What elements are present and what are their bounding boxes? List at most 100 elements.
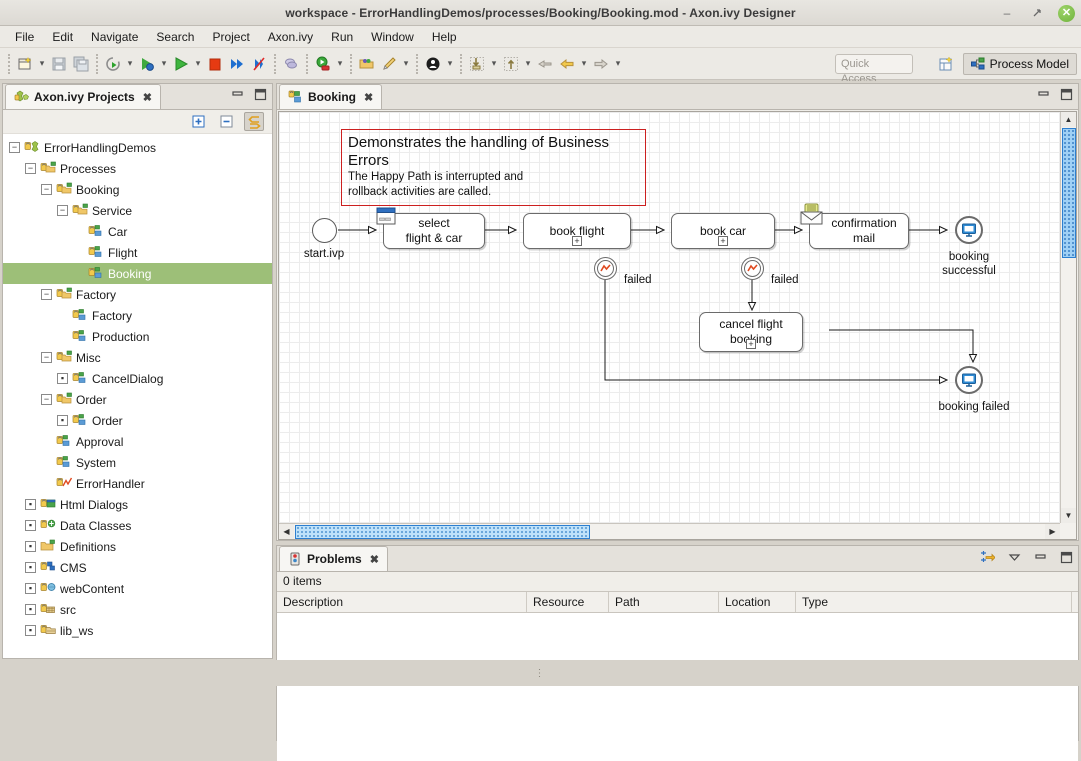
scroll-left-icon[interactable]: ◀ (279, 524, 294, 539)
project-tree[interactable]: − ErrorHandlingDemos − Processes − Booking − Se… (3, 134, 272, 658)
tab-booking-editor[interactable]: Booking ✖ (279, 84, 383, 109)
user-dropdown-icon[interactable]: ▾ (444, 53, 456, 75)
minimize-icon[interactable] (1034, 551, 1047, 564)
tree-expand-icon[interactable]: ▪ (57, 415, 68, 426)
maximize-icon[interactable] (1028, 4, 1046, 22)
problems-table-body[interactable] (277, 613, 1078, 761)
tree-expand-icon[interactable]: ▪ (57, 373, 68, 384)
expand-all-icon[interactable] (188, 112, 208, 131)
tree-collapse-icon[interactable]: − (41, 394, 52, 405)
pen-dropdown-icon[interactable]: ▾ (400, 53, 412, 75)
view-menu-icon[interactable] (1008, 551, 1021, 564)
horizontal-scroll-thumb[interactable] (295, 524, 590, 539)
tree-item-factory[interactable]: Factory (3, 305, 272, 326)
menu-search[interactable]: Search (147, 28, 203, 46)
download-icon[interactable] (466, 53, 488, 75)
scroll-up-icon[interactable]: ▲ (1061, 112, 1076, 127)
error-event-flight-failed[interactable] (594, 257, 617, 280)
skip-breakpoints-icon[interactable] (248, 53, 270, 75)
debug-icon[interactable] (136, 53, 158, 75)
scroll-down-icon[interactable]: ▼ (1061, 508, 1076, 523)
problems-column-location[interactable]: Location (719, 592, 796, 612)
focus-on-selection-icon[interactable] (980, 550, 995, 564)
vertical-scroll-thumb[interactable] (1061, 128, 1076, 258)
close-icon[interactable]: ✖ (143, 91, 152, 104)
tree-collapse-icon[interactable]: − (41, 289, 52, 300)
back-dropdown-icon[interactable]: ▾ (578, 53, 590, 75)
problems-column-resource[interactable]: Resource (527, 592, 609, 612)
error-event-car-failed[interactable] (741, 257, 764, 280)
scroll-right-icon[interactable]: ▶ (1045, 524, 1060, 539)
problems-column-type[interactable]: Type (796, 592, 1072, 612)
node-select-flight-car[interactable]: select flight & car (376, 207, 485, 249)
node-start-event[interactable] (312, 218, 337, 243)
status-resize-grip[interactable]: ⋮ (0, 660, 1081, 686)
node-book-flight[interactable]: book flight + (523, 213, 631, 249)
canvas-horizontal-scrollbar[interactable]: ◀ ▶ (279, 523, 1060, 539)
tab-axonivy-projects[interactable]: Axon.ivy Projects ✖ (5, 84, 161, 109)
tree-item-html-dialogs[interactable]: ▪ Html Dialogs (3, 494, 272, 515)
minimize-icon[interactable]: – (998, 4, 1016, 22)
close-icon[interactable]: ✕ (1058, 4, 1075, 22)
tree-item-misc[interactable]: − Misc (3, 347, 272, 368)
tree-item-errorhandler[interactable]: ErrorHandler (3, 473, 272, 494)
canvas-vertical-scrollbar[interactable]: ▲ ▼ (1060, 112, 1076, 523)
download-dropdown-icon[interactable]: ▾ (488, 53, 500, 75)
maximize-icon[interactable] (1060, 551, 1073, 564)
process-diagram-canvas[interactable]: Demonstrates the handling of Business Er… (279, 112, 1060, 523)
tree-item-flight[interactable]: Flight (3, 242, 272, 263)
run-dropdown-icon[interactable]: ▾ (192, 53, 204, 75)
problems-column-path[interactable]: Path (609, 592, 719, 612)
save-icon[interactable] (48, 53, 70, 75)
engine-start-dropdown-icon[interactable]: ▾ (334, 53, 346, 75)
tree-item-data-classes[interactable]: ▪ Data Classes (3, 515, 272, 536)
menu-axonivy[interactable]: Axon.ivy (259, 28, 322, 46)
tree-expand-icon[interactable]: ▪ (25, 562, 36, 573)
next-annotation-icon[interactable] (534, 53, 556, 75)
tree-expand-icon[interactable]: ▪ (25, 625, 36, 636)
tree-item-canceldialog[interactable]: ▪ CancelDialog (3, 368, 272, 389)
run-history-icon[interactable] (102, 53, 124, 75)
node-book-flight-expand[interactable]: + (572, 236, 582, 246)
tab-problems[interactable]: Problems ✖ (279, 546, 388, 571)
tree-item-lib-ws[interactable]: ▪ lib_ws (3, 620, 272, 641)
tree-item-order[interactable]: − Order (3, 389, 272, 410)
menu-run[interactable]: Run (322, 28, 362, 46)
forward-icon[interactable] (590, 53, 612, 75)
node-booking-failed[interactable] (955, 366, 983, 394)
menu-help[interactable]: Help (423, 28, 466, 46)
debug-dropdown-icon[interactable]: ▾ (158, 53, 170, 75)
quick-access-input[interactable]: Quick Access (835, 54, 913, 85)
tree-expand-icon[interactable]: ▪ (25, 604, 36, 615)
stop-icon[interactable] (204, 53, 226, 75)
perspective-process-model-button[interactable]: Process Model (962, 53, 1077, 75)
node-confirmation-mail[interactable]: confirmation mail (800, 203, 909, 249)
pen-icon[interactable] (378, 53, 400, 75)
tree-item-booking[interactable]: − Booking (3, 179, 272, 200)
tree-collapse-icon[interactable]: − (9, 142, 20, 153)
open-perspective-icon[interactable] (936, 53, 958, 75)
new-wizard-dropdown-icon[interactable]: ▾ (36, 53, 48, 75)
link-with-editor-icon[interactable] (244, 112, 264, 131)
tree-collapse-icon[interactable]: − (57, 205, 68, 216)
save-all-icon[interactable] (70, 53, 92, 75)
tree-expand-icon[interactable]: ▪ (25, 583, 36, 594)
upload-dropdown-icon[interactable]: ▾ (522, 53, 534, 75)
problems-column-description[interactable]: Description (277, 592, 527, 612)
search-coins-icon[interactable] (280, 53, 302, 75)
tree-item-processes[interactable]: − Processes (3, 158, 272, 179)
new-wizard-icon[interactable] (14, 53, 36, 75)
menu-project[interactable]: Project (203, 28, 258, 46)
node-cancel-flight-expand[interactable]: + (746, 339, 756, 349)
forward-dropdown-icon[interactable]: ▾ (612, 53, 624, 75)
close-icon[interactable]: ✖ (370, 553, 379, 566)
back-icon[interactable] (556, 53, 578, 75)
tree-item-webcontent[interactable]: ▪ webContent (3, 578, 272, 599)
tree-item-factory[interactable]: − Factory (3, 284, 272, 305)
tree-item-service[interactable]: − Service (3, 200, 272, 221)
tree-item-definitions[interactable]: ▪ Definitions (3, 536, 272, 557)
maximize-icon[interactable] (254, 88, 267, 101)
step-over-icon[interactable] (226, 53, 248, 75)
node-cancel-flight-booking[interactable]: cancel flight booking + (699, 312, 803, 352)
node-booking-successful[interactable] (955, 216, 983, 244)
